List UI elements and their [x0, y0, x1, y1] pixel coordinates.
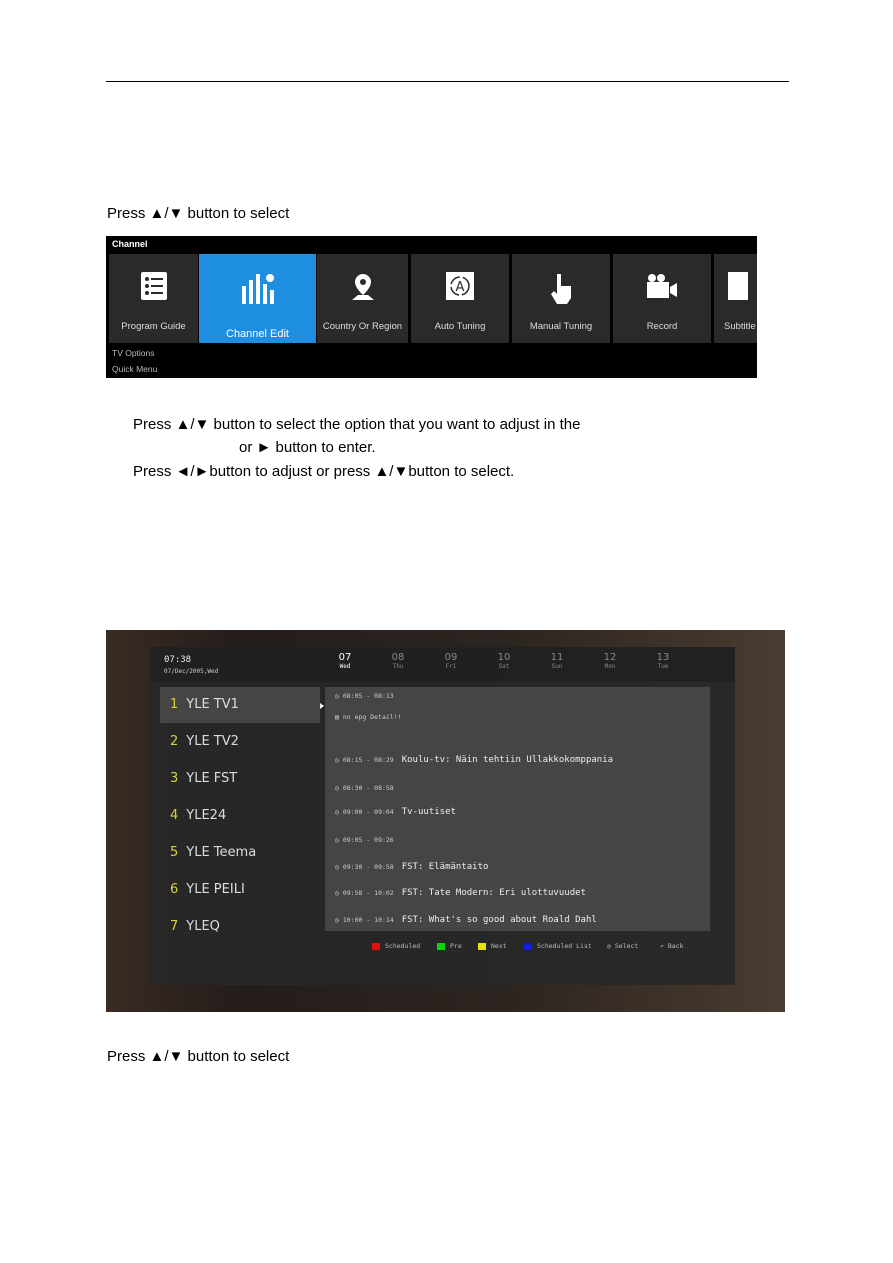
list-icon — [140, 272, 167, 300]
tile-label: Manual Tuning — [529, 321, 593, 332]
program-list: ▤ no epg Detail!! ◷ 08:05 - 08:13 ◷ 08:15… — [325, 687, 710, 931]
tile-label: Subtitle — [724, 321, 756, 332]
clock-icon: ◷ — [335, 808, 339, 816]
legend-pre[interactable]: Pre — [437, 942, 462, 950]
clock-icon: ◷ — [335, 863, 339, 871]
tile-subtitle[interactable]: Subtitle — [714, 254, 757, 343]
menu-tv-options[interactable]: TV Options — [112, 348, 155, 358]
menu-quick-menu[interactable]: Quick Menu — [112, 364, 157, 374]
program-item[interactable]: ◷ 10:00 - 10:14 FST: What's so good about… — [335, 915, 597, 925]
instruction-text: Press ▲/▼ button to select the option th… — [133, 416, 581, 433]
epg-screenshot: 07:38 07/Dec/2005,Wed 07 Wed 08 Thu 09 Fri 10 S… — [106, 630, 785, 1012]
manual-page: Press ▲/▼ button to select Channel Progr… — [0, 0, 893, 1263]
tile-label: Record — [646, 321, 678, 332]
legend-scheduled[interactable]: Scheduled — [372, 942, 420, 950]
channel-item[interactable]: 4 YLE24 — [160, 798, 320, 834]
epg-detail: ▤ no epg Detail!! — [335, 713, 402, 721]
tile-label: Program Guide — [121, 321, 186, 332]
tile-label: Auto Tuning — [434, 321, 486, 332]
blue-key-icon — [524, 942, 532, 950]
program-item[interactable]: ◷ 09:58 - 10:02 FST: Tate Modern: Eri ulo… — [335, 888, 586, 898]
header-rule — [106, 81, 789, 82]
channel-item[interactable]: 7 YLEQ — [160, 909, 320, 945]
clock-icon: ◷ — [335, 692, 339, 700]
instruction-text: Press ◄/►button to adjust or press ▲/▼bu… — [133, 463, 515, 480]
day-tab[interactable]: 12 Mon — [595, 652, 625, 670]
tile-auto-tuning[interactable]: A Auto Tuning — [411, 254, 509, 343]
yellow-key-icon — [478, 942, 486, 950]
subtitle-icon — [728, 272, 748, 300]
day-tab[interactable]: 11 Sun — [542, 652, 572, 670]
svg-text:A: A — [456, 280, 465, 295]
instruction-text: Press ▲/▼ button to select — [107, 1048, 290, 1065]
bars-gear-icon — [241, 274, 274, 304]
legend-select[interactable]: ◎ Select — [607, 942, 638, 950]
green-key-icon — [437, 942, 445, 950]
day-tab[interactable]: 08 Thu — [383, 652, 413, 670]
tile-channel-edit[interactable]: Channel Edit — [199, 254, 316, 343]
program-item[interactable]: ◷ 08:05 - 08:13 — [335, 691, 402, 701]
back-icon: ↶ — [660, 942, 664, 950]
video-camera-icon — [647, 274, 677, 298]
tile-label: Country Or Region — [322, 321, 403, 332]
channel-item[interactable]: 3 YLE FST — [160, 761, 320, 797]
instruction-text: Press ▲/▼ button to select — [107, 205, 290, 222]
clock-icon: ◷ — [335, 756, 339, 764]
program-item[interactable]: ◷ 08:15 - 08:29 Koulu-tv: Näin tehtiin Ul… — [335, 755, 613, 765]
day-tab[interactable]: 13 Tue — [648, 652, 678, 670]
epg-header: 07:38 07/Dec/2005,Wed 07 Wed 08 Thu 09 Fri 10 S… — [150, 647, 735, 682]
program-item[interactable]: ◷ 09:00 - 09:04 Tv-uutiset — [335, 807, 456, 817]
clock-icon: ◷ — [335, 784, 339, 792]
day-tab[interactable]: 10 Sat — [489, 652, 519, 670]
program-item[interactable]: ◷ 09:05 - 09:26 — [335, 835, 402, 845]
channel-item[interactable]: 5 YLE Teema — [160, 835, 320, 871]
menu-title: Channel — [112, 239, 148, 249]
clock: 07:38 — [164, 655, 192, 665]
instruction-text: or ► button to enter. — [239, 439, 376, 456]
location-pin-icon — [351, 274, 374, 300]
clock-icon: ◷ — [335, 889, 339, 897]
program-item[interactable]: ◷ 08:30 - 08:58 — [335, 783, 402, 793]
channel-item[interactable]: 1 YLE TV1 — [160, 687, 320, 723]
tile-country-or-region[interactable]: Country Or Region — [317, 254, 408, 343]
epg-panel: 07:38 07/Dec/2005,Wed 07 Wed 08 Thu 09 Fri 10 S… — [150, 647, 735, 985]
dpad-icon: ◎ — [607, 942, 611, 950]
channel-item[interactable]: 6 YLE PEILI — [160, 872, 320, 908]
channel-menu-screenshot: Channel Program Guide Channel Edit Count… — [106, 236, 757, 378]
tile-record[interactable]: Record — [613, 254, 711, 343]
legend-scheduled-list[interactable]: Scheduled List — [524, 942, 592, 950]
program-item[interactable]: ◷ 09:30 - 09:58 FST: Elämäntaito — [335, 862, 488, 872]
channel-item[interactable]: 2 YLE TV2 — [160, 724, 320, 760]
clock-icon: ◷ — [335, 916, 339, 924]
hand-pointer-icon — [551, 274, 571, 304]
clock-icon: ◷ — [335, 836, 339, 844]
red-key-icon — [372, 942, 380, 950]
tile-manual-tuning[interactable]: Manual Tuning — [512, 254, 610, 343]
legend-next[interactable]: Next — [478, 942, 507, 950]
date: 07/Dec/2005,Wed — [164, 668, 219, 675]
arrow-right-icon — [320, 703, 324, 709]
day-tab[interactable]: 09 Fri — [436, 652, 466, 670]
tile-label: Channel Edit — [226, 328, 289, 340]
tile-program-guide[interactable]: Program Guide — [109, 254, 198, 343]
day-tab[interactable]: 07 Wed — [330, 652, 360, 670]
auto-a-icon: A — [446, 272, 474, 300]
legend-back[interactable]: ↶ Back — [660, 942, 684, 950]
